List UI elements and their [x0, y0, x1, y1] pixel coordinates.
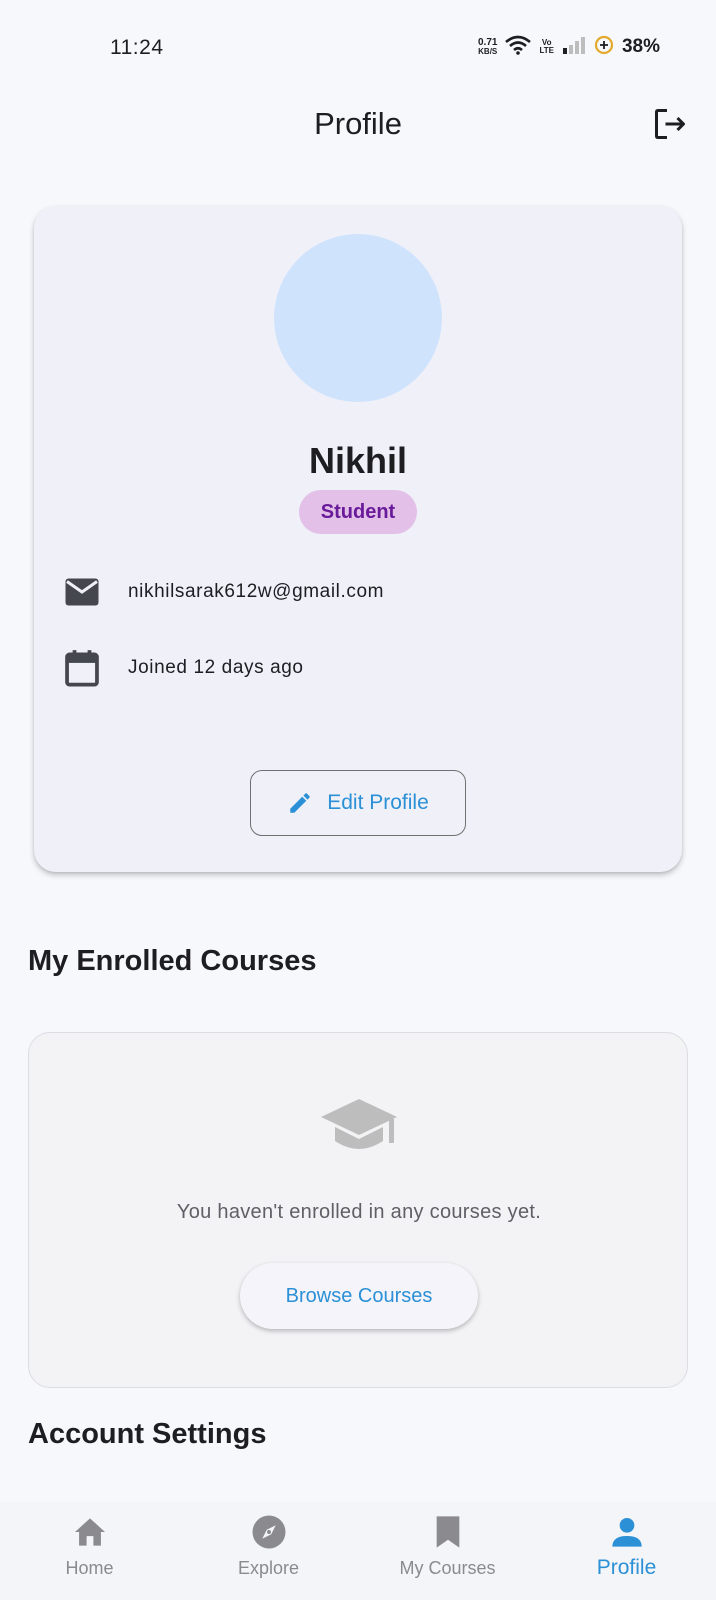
joined-text: Joined 12 days ago [128, 657, 304, 678]
edit-profile-button[interactable]: Edit Profile [250, 770, 466, 836]
logout-icon [655, 109, 685, 139]
enrolled-section-title: My Enrolled Courses [28, 945, 317, 977]
graduation-cap-icon [321, 1099, 397, 1149]
profile-card: Nikhil Student nikhilsarak612w@gmail.com [34, 206, 682, 872]
mail-icon [62, 572, 102, 612]
calendar-icon [62, 648, 102, 688]
net-speed-value: 0.71 [477, 37, 498, 48]
email-text: nikhilsarak612w@gmail.com [128, 581, 385, 602]
signal-icon [562, 36, 586, 59]
nav-home[interactable]: Home [0, 1502, 179, 1600]
wifi-icon [505, 35, 532, 60]
nav-home-label: Home [65, 1558, 114, 1578]
net-speed: 0.71 KB/S [477, 37, 498, 57]
profile-screen: 11:24 0.71 KB/S Vo LTE 38% Profile Nikhi… [0, 0, 716, 1600]
browse-courses-button[interactable]: Browse Courses [240, 1263, 478, 1329]
user-name: Nikhil [308, 440, 407, 481]
home-icon [70, 1512, 110, 1552]
status-bar: 11:24 0.71 KB/S Vo LTE 38% [0, 0, 716, 80]
edit-profile-label: Edit Profile [327, 791, 429, 814]
battery-saver-icon [594, 35, 614, 60]
page-title: Profile [314, 106, 402, 141]
net-speed-unit: KB/S [478, 47, 498, 56]
status-indicators: 0.71 KB/S Vo LTE 38% [478, 34, 660, 60]
joined-row: Joined 12 days ago [62, 648, 304, 688]
nav-profile-label: Profile [596, 1556, 657, 1579]
pencil-icon [290, 793, 310, 813]
nav-explore[interactable]: Explore [179, 1502, 358, 1600]
role-badge: Student [299, 490, 417, 534]
enrolled-courses-empty-card: You haven't enrolled in any courses yet.… [28, 1032, 688, 1388]
bottom-nav: Home Explore My Courses Profile [0, 1502, 716, 1600]
battery-percent: 38% [621, 36, 660, 57]
nav-profile[interactable]: Profile [537, 1502, 716, 1600]
account-settings-title: Account Settings [28, 1418, 267, 1450]
person-icon [607, 1512, 647, 1552]
email-row: nikhilsarak612w@gmail.com [62, 572, 384, 612]
volte-bottom: LTE [539, 46, 554, 55]
nav-my-courses[interactable]: My Courses [358, 1502, 537, 1600]
empty-courses-message: You haven't enrolled in any courses yet. [176, 1201, 542, 1223]
app-bar: Profile [0, 88, 716, 162]
compass-icon [249, 1512, 289, 1552]
nav-explore-label: Explore [237, 1558, 300, 1578]
nav-my-courses-label: My Courses [399, 1558, 496, 1578]
bookmark-icon [428, 1512, 468, 1552]
avatar [274, 234, 442, 402]
volte-indicator: Vo LTE [539, 39, 554, 55]
logout-button[interactable] [648, 102, 692, 146]
status-time: 11:24 [110, 36, 164, 59]
